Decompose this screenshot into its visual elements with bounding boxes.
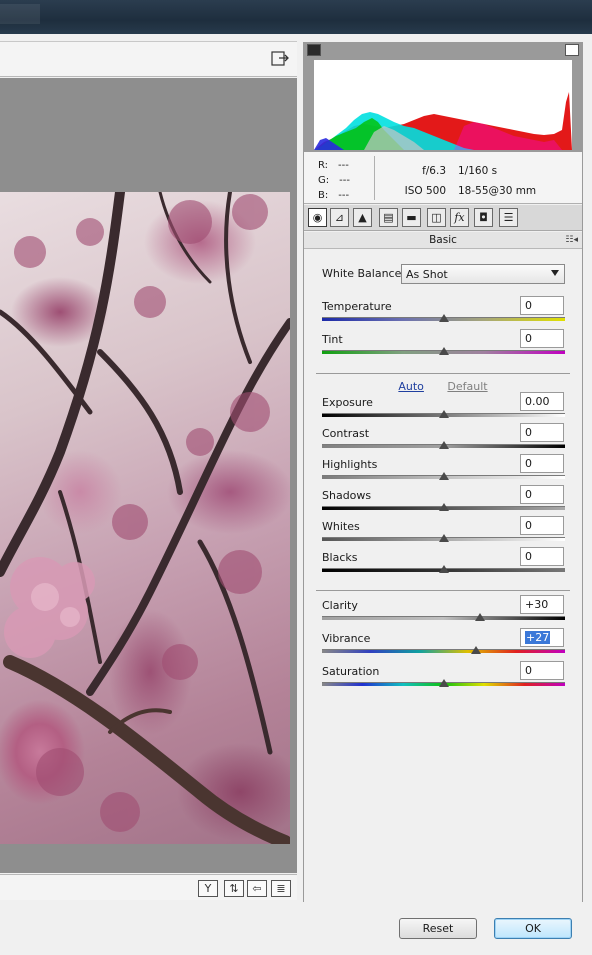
blacks-thumb[interactable] [438, 565, 449, 573]
preview-toolbar [0, 41, 297, 77]
split-toning-icon[interactable]: ▬ [402, 208, 421, 227]
g-value: --- [339, 175, 350, 186]
panel-menu-icon[interactable]: ☷◂ [565, 232, 578, 248]
vibrance-thumb[interactable] [471, 646, 482, 654]
hsl-icon[interactable]: ▤ [379, 208, 398, 227]
basic-icon[interactable]: ◉ [308, 208, 327, 227]
iso: ISO 500 [404, 185, 446, 197]
panel-title: Basic ☷◂ [304, 232, 582, 249]
vibrance-value[interactable]: +27 [520, 628, 564, 647]
highlights-slider[interactable]: Highlights 0 [322, 454, 566, 484]
exposure-thumb[interactable] [438, 410, 449, 418]
panel-tabs: ◉ ⊿ ▲ ▤ ▬ ◫ fx ◘ ☰ [304, 205, 582, 231]
back-icon[interactable]: ⇦ [247, 880, 267, 897]
shadows-thumb[interactable] [438, 503, 449, 511]
saturation-slider[interactable]: Saturation 0 [322, 661, 566, 691]
temperature-value[interactable]: 0 [520, 296, 564, 315]
shutter-speed: 1/160 s [458, 165, 498, 177]
tone-curve-icon[interactable]: ⊿ [330, 208, 349, 227]
preview-photo [0, 192, 290, 844]
window-title-bar [0, 0, 592, 34]
clarity-slider[interactable]: Clarity +30 [322, 595, 566, 625]
ok-button[interactable]: OK [494, 918, 572, 939]
temperature-slider[interactable]: Temperature 0 [322, 296, 566, 326]
saturation-value[interactable]: 0 [520, 661, 564, 680]
fullscreen-toggle-icon[interactable] [270, 50, 290, 68]
white-balance-dropdown[interactable]: As Shot [401, 264, 565, 284]
tint-thumb[interactable] [438, 347, 449, 355]
histogram [304, 42, 582, 152]
clarity-thumb[interactable] [474, 613, 485, 621]
reset-button[interactable]: Reset [399, 918, 477, 939]
shadows-slider[interactable]: Shadows 0 [322, 485, 566, 515]
chevron-down-icon [551, 270, 559, 276]
adjustment-panel: R: --- G: --- B: --- f/6.3 1/160 s ISO 500 18… [303, 42, 583, 902]
contrast-thumb[interactable] [438, 441, 449, 449]
tint-slider[interactable]: Tint 0 [322, 329, 566, 359]
image-preview-area[interactable] [0, 78, 297, 873]
r-label: R: [318, 160, 329, 171]
vibrance-slider[interactable]: Vibrance +27 [322, 628, 566, 658]
blacks-slider[interactable]: Blacks 0 [322, 547, 566, 577]
highlights-value[interactable]: 0 [520, 454, 564, 473]
contrast-slider[interactable]: Contrast 0 [322, 423, 566, 453]
aperture: f/6.3 [422, 165, 446, 177]
exposure-value[interactable]: 0.00 [520, 392, 564, 411]
y-icon[interactable]: Y [198, 880, 218, 897]
preview-bottom-toolbar: Y ⇅ ⇦ ≣ [0, 874, 297, 900]
clarity-value[interactable]: +30 [520, 595, 564, 614]
r-value: --- [338, 160, 349, 171]
sync-icon[interactable]: ⇅ [224, 880, 244, 897]
whites-slider[interactable]: Whites 0 [322, 516, 566, 546]
detail-icon[interactable]: ▲ [353, 208, 372, 227]
b-label: B: [318, 190, 329, 201]
effects-icon[interactable]: fx [450, 208, 469, 227]
blacks-value[interactable]: 0 [520, 547, 564, 566]
g-label: G: [318, 175, 330, 186]
temperature-thumb[interactable] [438, 314, 449, 322]
divider [316, 373, 570, 374]
highlights-thumb[interactable] [438, 472, 449, 480]
basic-controls: White Balance: As Shot Temperature 0 Tin… [304, 250, 582, 900]
presets-icon[interactable]: ☰ [499, 208, 518, 227]
tint-value[interactable]: 0 [520, 329, 564, 348]
divider [316, 590, 570, 591]
camera-raw-dialog: Y ⇅ ⇦ ≣ R: --- G: --- B: --- f/6.3 1/160… [0, 34, 592, 955]
exposure-slider[interactable]: Exposure 0.00 [322, 392, 566, 422]
camera-calibration-icon[interactable]: ◘ [474, 208, 493, 227]
whites-value[interactable]: 0 [520, 516, 564, 535]
whites-thumb[interactable] [438, 534, 449, 542]
white-balance-label: White Balance: [322, 267, 406, 280]
lens: 18-55@30 mm [458, 185, 537, 197]
lens-corrections-icon[interactable]: ◫ [427, 208, 446, 227]
contrast-value[interactable]: 0 [520, 423, 564, 442]
image-info: R: --- G: --- B: --- f/6.3 1/160 s ISO 500 18… [304, 152, 582, 204]
settings-icon[interactable]: ≣ [271, 880, 291, 897]
b-value: --- [338, 190, 350, 201]
saturation-thumb[interactable] [438, 679, 449, 687]
shadows-value[interactable]: 0 [520, 485, 564, 504]
